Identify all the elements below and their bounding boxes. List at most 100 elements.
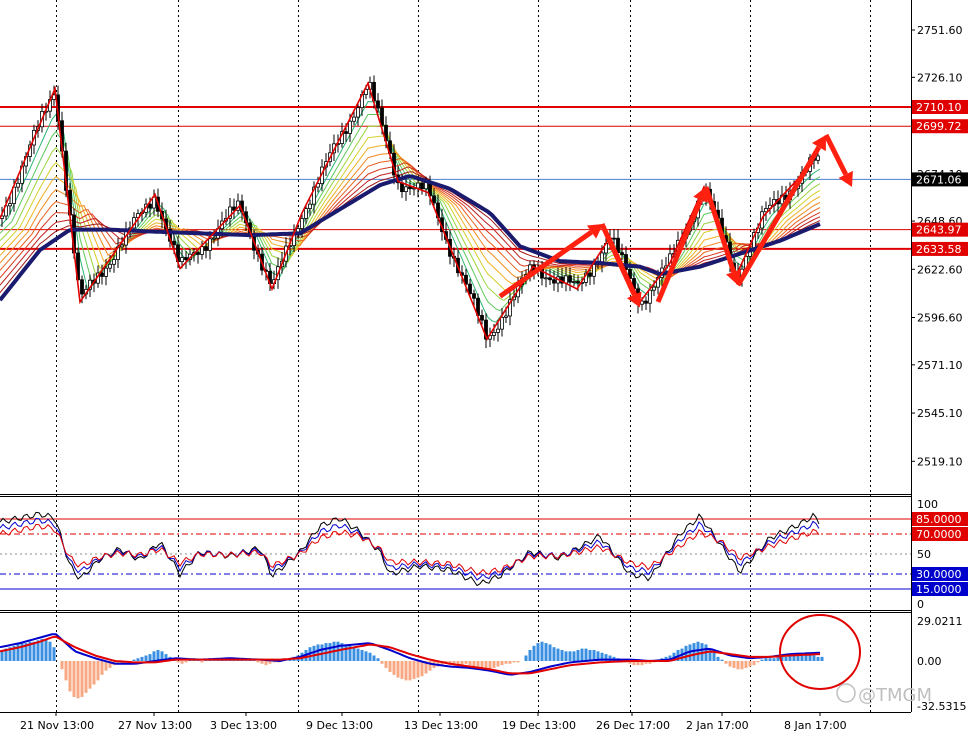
candle-body <box>572 281 576 283</box>
oscillator-level-label: 85.0000 <box>916 513 962 526</box>
macd-histogram-bar <box>812 655 816 661</box>
macd-histogram-bar <box>576 649 580 661</box>
macd-histogram-bar <box>772 658 776 661</box>
price-tick-label: 2545.10 <box>917 407 963 420</box>
candle-body <box>620 252 624 255</box>
candle-body <box>416 182 420 189</box>
candle-body <box>348 120 352 134</box>
macd-histogram <box>0 638 824 699</box>
macd-histogram-bar <box>140 656 144 661</box>
macd-histogram-bar <box>316 644 320 661</box>
macd-histogram-bar <box>60 661 64 670</box>
macd-histogram-bar <box>72 661 76 697</box>
oscillator-tick-label: 100 <box>917 498 938 511</box>
macd-histogram-bar <box>96 661 100 681</box>
candle-body <box>16 182 20 188</box>
candle-body <box>184 257 188 261</box>
macd-histogram-bar <box>404 661 408 681</box>
time-tick-label: 19 Dec 13:00 <box>502 719 576 732</box>
macd-histogram-bar <box>732 661 736 668</box>
macd-histogram-bar <box>76 661 80 699</box>
macd-histogram-bar <box>376 658 380 661</box>
price-level-label: 2633.58 <box>916 243 962 256</box>
candle-body <box>552 279 556 284</box>
macd-histogram-bar <box>492 661 496 668</box>
macd-histogram-bar <box>544 643 548 661</box>
macd-histogram-bar <box>392 661 396 675</box>
macd-histogram-bar <box>488 661 492 670</box>
macd-histogram-bar <box>100 661 104 675</box>
macd-histogram-bar <box>176 661 180 663</box>
macd-histogram-bar <box>724 661 728 664</box>
candle-body <box>152 196 156 209</box>
time-tick-label: 8 Jan 17:00 <box>784 719 847 732</box>
macd-histogram-bar <box>776 656 780 661</box>
oscillator-tick-label: 50 <box>917 548 931 561</box>
time-tick-label: 27 Nov 13:00 <box>118 719 192 732</box>
candle-body <box>648 289 652 304</box>
weibo-logo-icon <box>836 683 856 703</box>
highlight-circle <box>779 614 861 690</box>
candle-body <box>112 259 116 265</box>
candle-body <box>104 267 108 277</box>
macd-histogram-bar <box>756 661 760 663</box>
macd-histogram-bar <box>396 661 400 678</box>
macd-histogram-bar <box>548 644 552 661</box>
candle-body <box>652 286 656 291</box>
oscillator-level-label: 30.0000 <box>916 568 962 581</box>
macd-histogram-bar <box>820 656 824 661</box>
time-tick-label: 9 Dec 13:00 <box>306 719 373 732</box>
macd-histogram-bar <box>68 661 72 692</box>
macd-histogram-bar <box>524 655 528 661</box>
candle-body <box>120 244 124 248</box>
candle-body <box>404 186 408 193</box>
macd-histogram-bar <box>728 661 732 667</box>
macd-histogram-bar <box>536 643 540 661</box>
macd-histogram-bar <box>360 649 364 661</box>
candle-body <box>432 195 436 204</box>
macd-histogram-bar <box>540 641 544 661</box>
oscillator-lines <box>0 511 820 587</box>
candle-body <box>204 246 208 251</box>
candle-body <box>472 293 476 299</box>
macd-histogram-bar <box>344 644 348 661</box>
macd-histogram-bar <box>708 648 712 661</box>
candle-body <box>576 281 580 284</box>
macd-histogram-bar <box>180 661 184 664</box>
candle-body <box>644 300 648 304</box>
macd-histogram-bar <box>472 661 476 667</box>
macd-histogram-bar <box>132 659 136 661</box>
candle-body <box>500 316 504 330</box>
macd-histogram-bar <box>752 661 756 666</box>
macd-histogram-bar <box>352 647 356 661</box>
macd-histogram-bar <box>44 638 48 661</box>
candle-body <box>200 246 204 255</box>
macd-histogram-bar <box>504 661 508 664</box>
macd-histogram-bar <box>740 661 744 670</box>
time-tick-label: 2 Jan 17:00 <box>686 719 749 732</box>
price-tick-label: 2726.10 <box>917 71 963 84</box>
price-level-label: 2671.06 <box>916 173 962 186</box>
macd-histogram-bar <box>92 661 96 685</box>
candle-body <box>376 100 380 109</box>
macd-histogram-bar <box>720 659 724 661</box>
macd-histogram-bar <box>368 652 372 661</box>
time-axis: 21 Nov 13:00 27 Nov 13:00 3 Dec 13:00 9 Dec… <box>20 712 847 732</box>
price-tick-label: 2622.60 <box>917 263 963 276</box>
candle-body <box>180 257 184 263</box>
macd-histogram-bar <box>372 655 376 661</box>
macd-histogram-bar <box>572 651 576 661</box>
price-tick-label: 2571.10 <box>917 359 963 372</box>
macd-histogram-bar <box>692 643 696 661</box>
macd-histogram-bar <box>784 656 788 661</box>
candle-body <box>196 252 200 255</box>
macd-histogram-bar <box>156 649 160 661</box>
candle-body <box>208 238 212 251</box>
macd-histogram-bar <box>152 651 156 661</box>
macd-histogram-bar <box>580 648 584 661</box>
macd-histogram-bar <box>584 648 588 661</box>
trading-chart[interactable]: 2751.602726.102700.352674.102648.602622.… <box>0 0 976 736</box>
macd-histogram-bar <box>796 655 800 661</box>
candle-body <box>80 279 84 295</box>
macd-histogram-bar <box>420 661 424 677</box>
